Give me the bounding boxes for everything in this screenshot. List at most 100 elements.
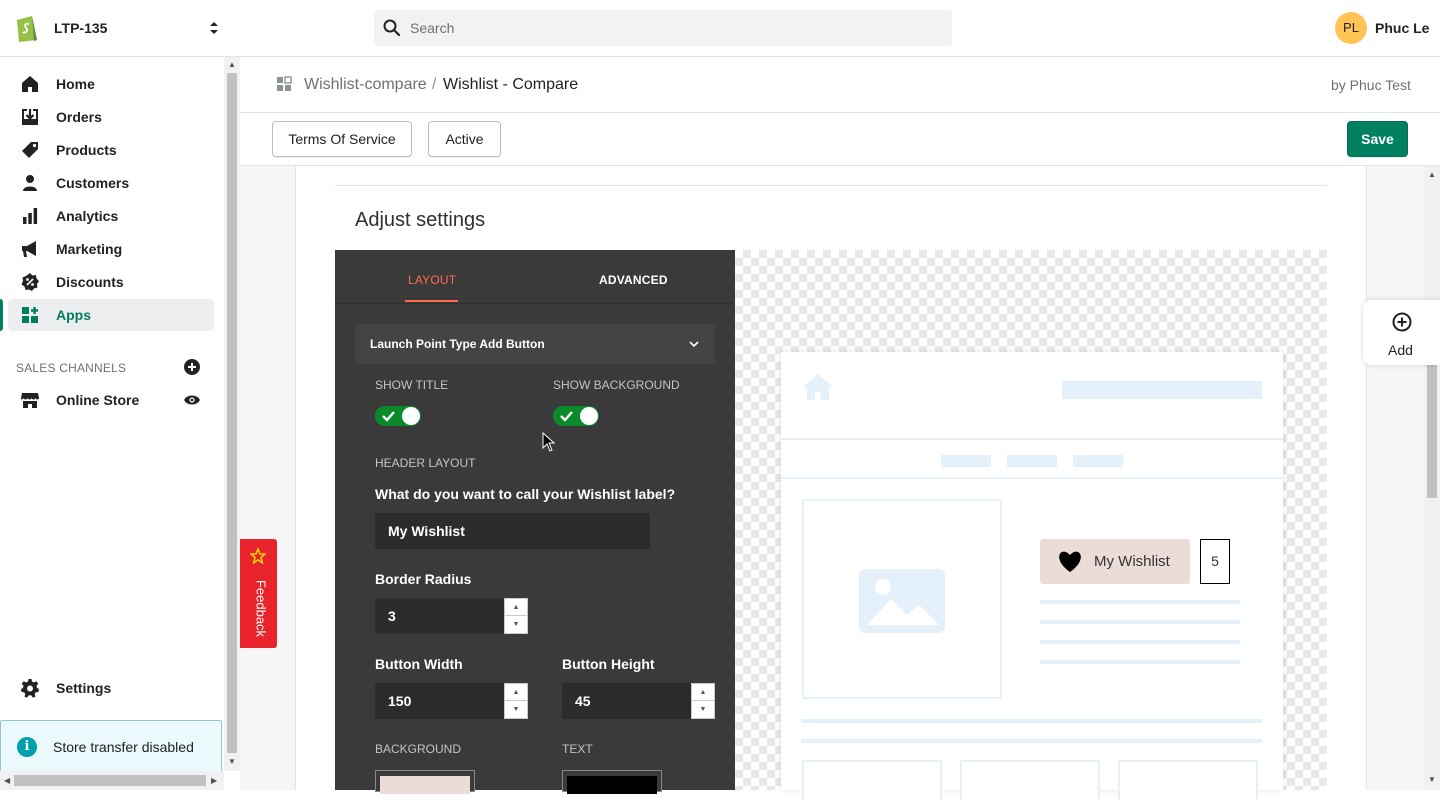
sales-channels-title: SALES CHANNELS [16,361,127,375]
launch-point-type-dropdown[interactable]: Launch Point Type Add Button [355,324,715,364]
sidebar-item-label: Home [56,76,95,92]
home-icon [803,374,833,400]
sidebar-item-apps[interactable]: Apps [8,299,214,331]
tab-advanced[interactable]: ADVANCED [599,273,668,287]
button-width-label: Button Width [375,656,463,672]
button-height-input[interactable]: 45 ▲ ▼ [562,683,715,719]
eye-icon[interactable] [183,393,201,407]
sidebar-item-settings[interactable]: Settings [8,672,214,704]
add-channel-icon[interactable] [183,358,201,376]
save-button[interactable]: Save [1347,121,1408,157]
search-input[interactable]: Search [410,20,454,36]
sidebar-item-discounts[interactable]: Discounts [8,266,214,298]
person-icon [23,175,37,191]
wishlist-count-badge: 5 [1200,539,1230,584]
apps-icon [22,307,38,323]
sidebar-item-products[interactable]: Products [8,134,214,166]
add-label: Add [1388,342,1413,358]
mock-product-card [960,760,1100,800]
background-color-label: BACKGROUND [375,742,462,756]
mock-nav-item [1073,455,1123,467]
card-title: Adjust settings [355,209,486,231]
increment-icon[interactable]: ▲ [505,684,527,701]
divider [335,185,1327,186]
button-width-value: 150 [388,693,412,709]
main-scrollbar-thumb[interactable] [1427,360,1437,498]
store-icon [21,393,39,408]
show-background-toggle[interactable] [553,405,599,427]
scroll-up-icon[interactable]: ▲ [228,61,236,69]
feedback-tab[interactable]: Feedback [240,539,277,648]
active-button[interactable]: Active [428,121,501,157]
border-radius-value: 3 [388,608,396,624]
button-width-input[interactable]: 150 ▲ ▼ [375,683,528,719]
store-name[interactable]: LTP-135 [54,20,107,36]
border-radius-input[interactable]: 3 ▲ ▼ [375,598,528,634]
decrement-icon[interactable]: ▼ [505,616,527,633]
discount-icon [21,273,39,291]
text-color-label: TEXT [562,742,593,756]
sidebar-horizontal-scrollbar-thumb[interactable] [14,775,206,786]
page-title: Wishlist - Compare [443,76,579,93]
sidebar-item-marketing[interactable]: Marketing [8,233,214,265]
wishlist-label-question: What do you want to call your Wishlist l… [375,486,676,502]
mock-text-line [1040,620,1240,624]
increment-icon[interactable]: ▲ [505,599,527,616]
sidebar-scrollbar-thumb[interactable] [227,73,237,753]
add-floating-button[interactable]: Add [1363,300,1440,365]
sidebar-item-label: Products [56,142,117,158]
search-bar[interactable]: Search [374,10,952,46]
sidebar-item-customers[interactable]: Customers [8,167,214,199]
sidebar-item-home[interactable]: Home [8,68,214,100]
text-color-swatch[interactable] [562,770,662,794]
tab-layout[interactable]: LAYOUT [408,273,456,287]
mock-text-line [1040,640,1240,644]
terms-of-service-button[interactable]: Terms Of Service [272,121,412,157]
tag-icon [22,142,38,158]
developer-credit: by Phuc Test [1331,77,1411,93]
scroll-down-icon[interactable]: ▼ [1428,776,1436,784]
decrement-icon[interactable]: ▼ [505,701,527,718]
mock-product-card [1118,760,1258,800]
wishlist-label-input[interactable]: My Wishlist [375,513,650,549]
button-height-stepper[interactable]: ▲ ▼ [691,683,715,719]
image-placeholder-icon [859,569,945,633]
mock-text-line [1040,660,1240,664]
sidebar-item-label: Customers [56,175,130,191]
wishlist-preview-button[interactable]: My Wishlist [1040,539,1190,584]
sidebar-item-analytics[interactable]: Analytics [8,200,214,232]
mock-text-line [801,739,1262,743]
store-switch-icon[interactable] [206,19,222,37]
sidebar-item-orders[interactable]: Orders [8,101,214,133]
decrement-icon[interactable]: ▼ [692,701,714,718]
breadcrumb-separator: / [432,76,437,93]
scroll-left-icon[interactable]: ◀ [4,777,10,785]
avatar[interactable]: PL [1335,12,1367,44]
store-transfer-banner: i Store transfer disabled [0,720,222,772]
active-indicator [0,299,3,331]
background-color-swatch[interactable] [375,770,475,794]
star-icon [250,548,266,564]
increment-icon[interactable]: ▲ [692,684,714,701]
scroll-right-icon[interactable]: ▶ [211,777,217,785]
megaphone-icon [22,241,36,257]
button-height-label: Button Height [562,656,655,672]
show-title-label: SHOW TITLE [375,378,449,392]
shopify-logo-icon[interactable] [14,13,40,43]
home-icon [22,76,38,92]
breadcrumb-parent[interactable]: Wishlist-compare [304,76,427,94]
button-width-stepper[interactable]: ▲ ▼ [504,683,528,719]
scroll-down-icon[interactable]: ▼ [228,758,236,766]
sidebar-item-label: Apps [56,307,91,323]
sidebar-item-label: Orders [56,109,102,125]
show-title-toggle[interactable] [375,405,421,427]
user-name[interactable]: Phuc Le [1375,20,1429,36]
wishlist-preview-label: My Wishlist [1094,553,1170,570]
scroll-up-icon[interactable]: ▲ [1428,171,1436,179]
mock-divider [781,477,1283,479]
sidebar-item-label: Marketing [56,241,123,257]
mock-text-line [1040,600,1240,604]
orders-icon [22,109,38,125]
border-radius-stepper[interactable]: ▲ ▼ [504,598,528,634]
mock-text-line [801,719,1262,723]
